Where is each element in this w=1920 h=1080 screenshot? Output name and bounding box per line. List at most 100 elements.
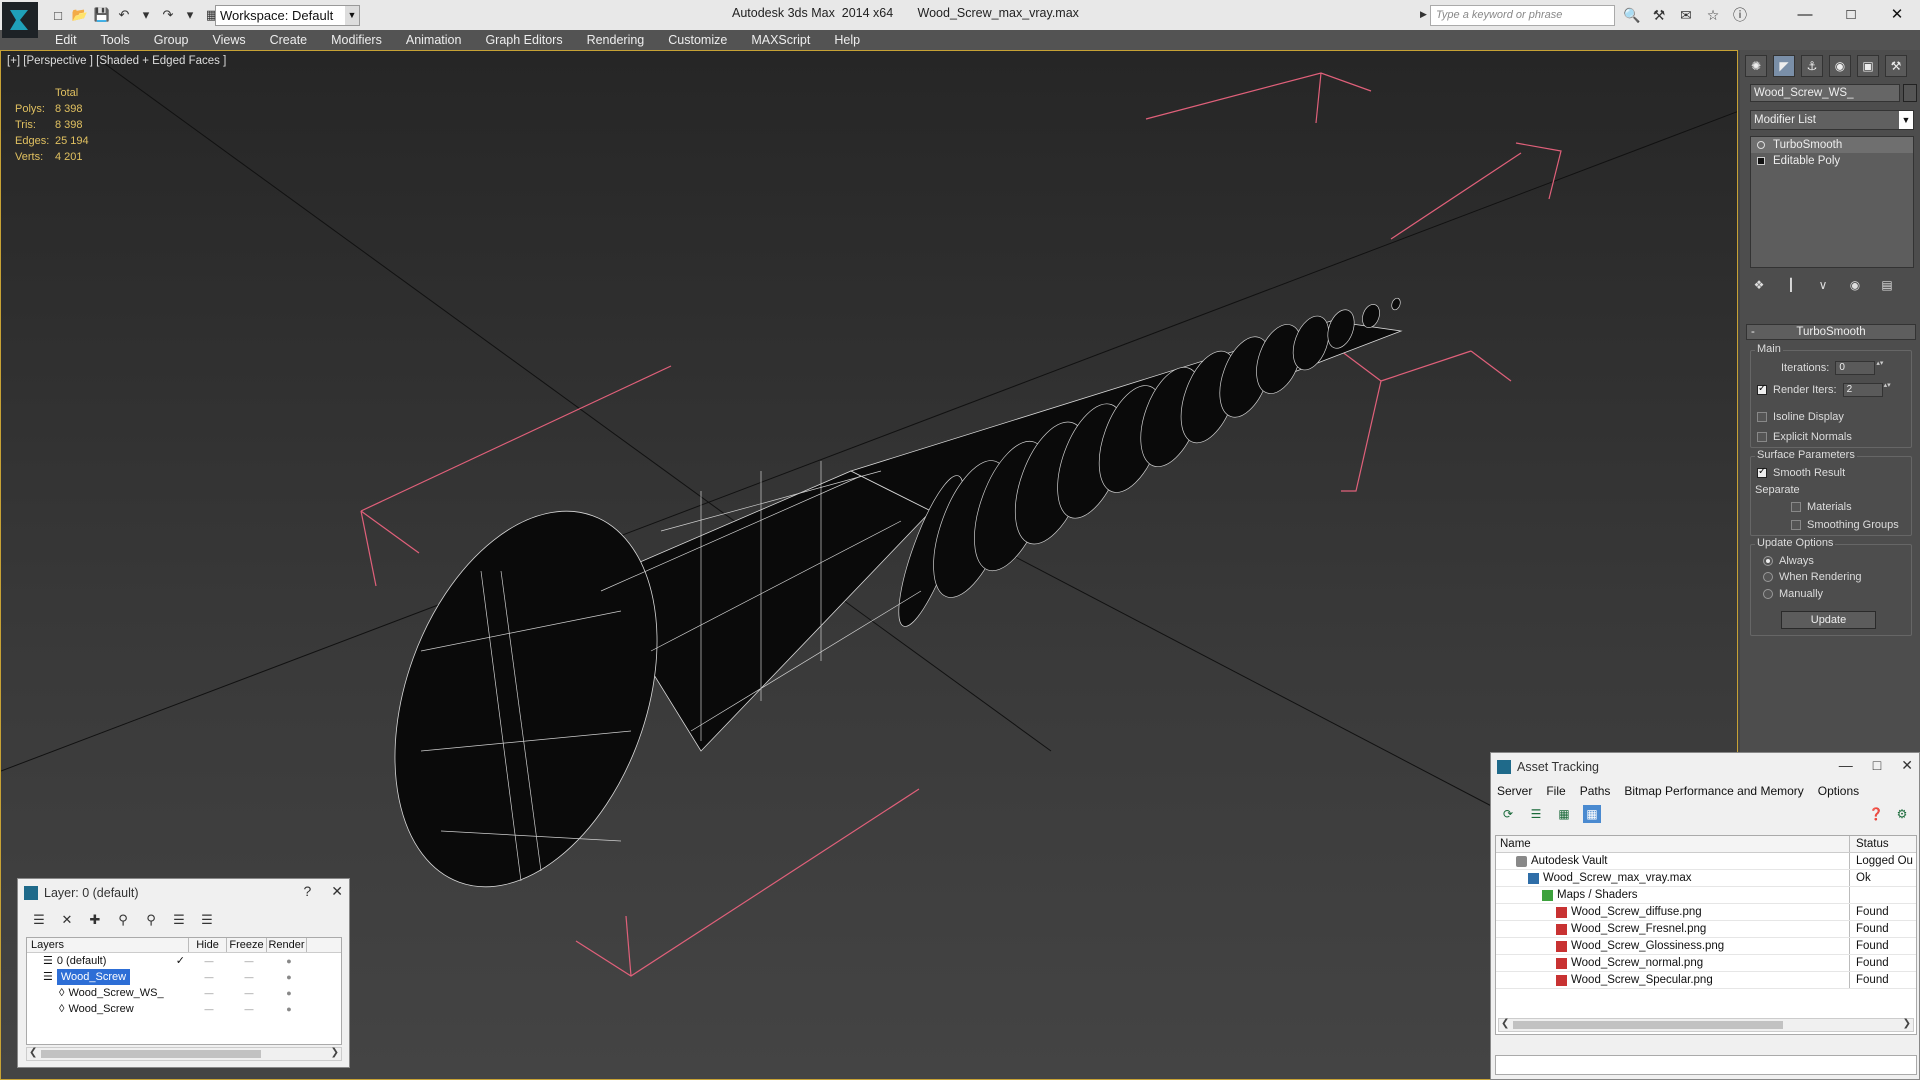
communication-center-icon[interactable]: ✉ [1676,5,1696,25]
iterations-spinner[interactable]: 0 [1835,360,1884,375]
asset-row[interactable]: Wood_Screw_Specular.png Found [1496,972,1916,989]
render-toggle[interactable]: ● [269,969,309,985]
hierarchy-tab-icon[interactable]: ⚓ [1801,55,1823,77]
menu-server[interactable]: Server [1497,784,1532,798]
make-unique-icon[interactable]: ∨ [1814,276,1832,294]
scroll-thumb[interactable] [41,1050,261,1058]
list-view-icon[interactable]: ☰ [1527,805,1545,823]
column-freeze[interactable]: Freeze [227,938,267,952]
create-tab-icon[interactable]: ✺ [1745,55,1767,77]
menu-animation[interactable]: Animation [406,33,462,47]
render-iters-checkbox[interactable] [1757,383,1767,395]
minimize-button[interactable]: — [1782,0,1828,28]
maximize-button[interactable]: □ [1828,0,1874,28]
remove-modifier-icon[interactable]: ◉ [1846,276,1864,294]
asset-row[interactable]: Wood_Screw_normal.png Found [1496,955,1916,972]
save-icon[interactable]: 💾 [92,5,112,25]
pin-stack-icon[interactable]: ❖ [1750,276,1768,294]
asset-row[interactable]: Wood_Screw_max_vray.max Ok [1496,870,1916,887]
search-input[interactable]: Type a keyword or phrase [1430,5,1615,26]
freeze-toggle[interactable]: — [229,969,269,985]
expand-icon[interactable] [1757,157,1765,165]
subscription-icon[interactable]: ⚒ [1649,5,1669,25]
redo-icon[interactable]: ↷ [158,5,178,25]
column-layers[interactable]: Layers [27,938,189,952]
render-toggle[interactable]: ● [269,985,309,1001]
horizontal-scrollbar[interactable]: ❮ ❯ [26,1047,342,1061]
render-toggle[interactable]: ● [269,1001,309,1017]
workspace-dropdown[interactable]: Workspace: Default ▼ [215,5,360,26]
asset-row[interactable]: Wood_Screw_Fresnel.png Found [1496,921,1916,938]
help-icon[interactable]: ❓ [1867,805,1885,823]
smoothing-groups-checkbox[interactable] [1791,520,1801,530]
object-name-field[interactable]: Wood_Screw_WS_ [1750,84,1900,102]
minimize-button[interactable]: — [1839,757,1853,774]
smooth-result-checkbox[interactable] [1757,466,1767,478]
layer-row[interactable]: ◊ Wood_Screw_WS_ — — ● [27,985,341,1001]
update-button[interactable]: Update [1781,611,1876,629]
asset-tracking-titlebar[interactable]: Asset Tracking — □ ✕ [1491,753,1919,781]
column-render[interactable]: Render [267,938,307,952]
isoline-display-checkbox[interactable] [1757,412,1767,422]
hide-all-icon[interactable]: ☰ [170,911,188,929]
refresh-icon[interactable]: ⟳ [1499,805,1517,823]
column-hide[interactable]: Hide [189,938,227,952]
settings-icon[interactable]: ⚙ [1893,805,1911,823]
redo-dropdown-icon[interactable]: ▾ [180,5,200,25]
scroll-right-icon[interactable]: ❯ [1903,1018,1911,1029]
freeze-toggle[interactable]: — [229,953,269,969]
freeze-toggle[interactable]: — [229,1001,269,1017]
freeze-all-icon[interactable]: ☰ [198,911,216,929]
asset-row[interactable]: Wood_Screw_Glossiness.png Found [1496,938,1916,955]
layer-row[interactable]: ☰ Wood_Screw — — ● [27,969,341,985]
motion-tab-icon[interactable]: ◉ [1829,55,1851,77]
render-toggle[interactable]: ● [269,953,309,969]
hide-toggle[interactable]: — [189,985,229,1001]
menu-maxscript[interactable]: MAXScript [751,33,810,47]
display-tab-icon[interactable]: ▣ [1857,55,1879,77]
thumbnail-view-icon[interactable]: ▦ [1555,805,1573,823]
asset-row[interactable]: Wood_Screw_diffuse.png Found [1496,904,1916,921]
asset-row[interactable]: Autodesk Vault Logged Ou [1496,853,1916,870]
undo-icon[interactable]: ↶ [114,5,134,25]
layer-row[interactable]: ◊ Wood_Screw — — ● [27,1001,341,1017]
menu-file[interactable]: File [1546,784,1565,798]
help-icon[interactable]: ⓘ [1730,5,1750,25]
stack-item-turbosmooth[interactable]: TurboSmooth [1751,137,1913,153]
configure-modifier-sets-icon[interactable]: ▤ [1878,276,1896,294]
menu-tools[interactable]: Tools [101,33,130,47]
open-file-icon[interactable]: 📂 [70,5,90,25]
materials-checkbox[interactable] [1791,502,1801,512]
maximize-button[interactable]: □ [1873,757,1881,774]
menu-help[interactable]: Help [834,33,860,47]
menu-graph-editors[interactable]: Graph Editors [485,33,562,47]
hide-toggle[interactable]: — [189,1001,229,1017]
favorites-star-icon[interactable]: ☆ [1703,5,1723,25]
column-status[interactable]: Status [1850,836,1889,852]
binoculars-icon[interactable]: 🔍 [1622,5,1642,25]
create-layer-icon[interactable]: ☰ [30,911,48,929]
modify-tab-icon[interactable]: ◤ [1773,55,1795,77]
app-logo-icon[interactable] [2,2,38,38]
search-expand-icon[interactable]: ▶ [1420,9,1427,20]
render-iters-spinner[interactable]: 2 [1842,382,1892,397]
asset-row[interactable]: Maps / Shaders [1496,887,1916,904]
menu-bitmap-performance[interactable]: Bitmap Performance and Memory [1624,784,1803,798]
help-icon[interactable]: ? [303,883,311,900]
manually-radio[interactable] [1763,589,1773,599]
active-check-icon[interactable]: ✓ [176,953,185,969]
scroll-thumb[interactable] [1513,1021,1783,1029]
delete-layer-icon[interactable]: ✕ [58,911,76,929]
menu-create[interactable]: Create [270,33,308,47]
menu-group[interactable]: Group [154,33,189,47]
hide-toggle[interactable]: — [189,969,229,985]
layer-titlebar[interactable]: Layer: 0 (default) ? ✕ [18,879,349,907]
show-end-result-icon[interactable]: ┃ [1782,276,1800,294]
object-color-swatch[interactable] [1903,84,1917,102]
rollout-header[interactable]: - TurboSmooth [1746,324,1916,340]
select-objects-icon[interactable]: ⚲ [114,911,132,929]
scroll-right-icon[interactable]: ❯ [331,1047,339,1058]
scroll-left-icon[interactable]: ❮ [29,1047,37,1058]
layer-row[interactable]: ☰ 0 (default) ✓ — — ● [27,953,341,969]
horizontal-scrollbar[interactable]: ❮ ❯ [1498,1018,1914,1032]
